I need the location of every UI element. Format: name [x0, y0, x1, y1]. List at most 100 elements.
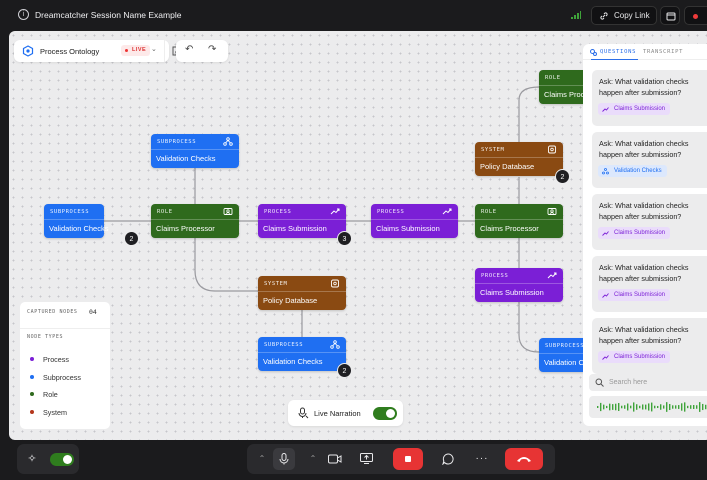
- toggle-knob: [386, 409, 395, 418]
- node-question-count-badge[interactable]: 2: [337, 363, 352, 378]
- questions-icon: [590, 49, 597, 56]
- hierarchy-icon: [602, 168, 609, 175]
- node-question-count-badge[interactable]: 3: [337, 231, 352, 246]
- question-node-tag[interactable]: Claims Submission: [598, 227, 671, 239]
- node-divider: [371, 219, 458, 220]
- node-title: Policy Database: [480, 162, 535, 171]
- trend-icon: [602, 355, 609, 360]
- node-subprocess[interactable]: SUBPROCESS Validation Checks: [151, 134, 239, 168]
- question-node-tag[interactable]: Claims Submission: [598, 289, 671, 301]
- chat-button[interactable]: [437, 448, 459, 470]
- question-card[interactable]: Ask: What validation checks happen after…: [592, 318, 707, 374]
- stop-icon: [405, 456, 411, 462]
- role-dot-icon: [30, 392, 34, 396]
- history-toolbar: ↶ ↷: [176, 40, 228, 62]
- node-title: Validation C: [544, 358, 584, 367]
- node-role[interactable]: ROLE Claims Processor: [475, 204, 563, 238]
- more-options-icon[interactable]: ···: [471, 448, 493, 470]
- audio-waveform: [589, 396, 707, 418]
- stop-recording-button[interactable]: [393, 448, 423, 470]
- narration-mic-icon: [298, 407, 309, 419]
- node-type-label: PROCESS: [264, 209, 292, 215]
- node-process[interactable]: PROCESS Claims Submission: [258, 204, 346, 238]
- trend-icon: [602, 293, 609, 298]
- microphone-button[interactable]: [273, 448, 295, 470]
- ontology-toolbar: Process Ontology LIVE ⌄: [14, 40, 181, 62]
- node-type-label: SUBPROCESS: [264, 342, 304, 348]
- redo-icon[interactable]: ↷: [208, 44, 216, 55]
- live-narration-label: Live Narration: [314, 409, 361, 418]
- search-placeholder: Search here: [609, 379, 648, 386]
- share-screen-icon: [359, 453, 373, 464]
- node-divider: [475, 283, 563, 284]
- question-node-tag[interactable]: Claims Submission: [598, 103, 671, 115]
- ontology-logo-icon: [22, 45, 34, 57]
- node-type-label: SUBPROCESS: [545, 343, 585, 349]
- node-divider: [539, 353, 589, 354]
- trend-icon: [442, 208, 452, 215]
- node-divider: [475, 219, 563, 220]
- node-type-label: ROLE: [157, 209, 173, 215]
- question-card[interactable]: Ask: What validation checks happen after…: [592, 70, 707, 126]
- camera-button[interactable]: [324, 448, 346, 470]
- subprocess-dot-icon: [30, 375, 34, 379]
- camera-options-chevron-icon[interactable]: ⌃: [302, 448, 324, 470]
- search-input[interactable]: Search here: [589, 374, 707, 391]
- ai-control-group: ✧: [17, 444, 79, 474]
- live-narration-toggle[interactable]: [373, 407, 397, 420]
- node-type-label: PROCESS: [481, 273, 509, 279]
- question-card[interactable]: Ask: What validation checks happen after…: [592, 132, 707, 188]
- trend-icon: [547, 272, 557, 279]
- end-call-button[interactable]: [505, 448, 543, 470]
- node-subprocess[interactable]: SUBPROCESS Validation C: [539, 338, 589, 372]
- call-control-group: ⌃ ⌃ ···: [247, 444, 555, 474]
- node-type-label: PROCESS: [377, 209, 405, 215]
- node-role[interactable]: ROLE Claims Processor: [151, 204, 239, 238]
- node-type-label: SUBPROCESS: [50, 209, 90, 215]
- question-card[interactable]: Ask: What validation checks happen after…: [592, 256, 707, 312]
- legend-divider: [20, 328, 110, 329]
- questions-sidebar: QUESTIONS TRANSCRIPT Ask: What validatio…: [583, 44, 707, 426]
- captured-nodes-label: CAPTURED NODES: [27, 309, 78, 315]
- node-system[interactable]: SYSTEM Policy Database: [258, 276, 346, 310]
- sparkle-icon[interactable]: ✧: [21, 448, 43, 470]
- node-divider: [258, 291, 346, 292]
- node-type-label: ROLE: [481, 209, 497, 215]
- node-role[interactable]: ROLE Claims Proc: [539, 70, 589, 104]
- ai-toggle[interactable]: [50, 453, 74, 466]
- node-process[interactable]: PROCESS Claims Submission: [475, 268, 563, 302]
- legend-panel: CAPTURED NODES 04 NODE TYPES Process Sub…: [20, 302, 110, 429]
- question-card[interactable]: Ask: What validation checks happen after…: [592, 194, 707, 250]
- node-system[interactable]: SYSTEM Policy Database: [475, 142, 563, 176]
- node-process[interactable]: PROCESS Claims Submission: [371, 204, 458, 238]
- undo-icon[interactable]: ↶: [185, 44, 193, 55]
- node-divider: [258, 352, 346, 353]
- node-divider: [44, 219, 104, 220]
- node-title: Validation Checks: [49, 224, 109, 233]
- live-badge: LIVE: [121, 45, 151, 56]
- ontology-name[interactable]: Process Ontology: [40, 47, 99, 56]
- node-type-label: SYSTEM: [264, 281, 288, 287]
- question-tag-label: Claims Submission: [614, 106, 666, 112]
- question-node-tag[interactable]: Validation Checks: [598, 165, 667, 177]
- chevron-down-icon[interactable]: ⌄: [151, 45, 157, 53]
- node-divider: [258, 219, 346, 220]
- system-dot-icon: [30, 410, 34, 414]
- mic-options-chevron-icon[interactable]: ⌃: [251, 448, 273, 470]
- node-divider: [151, 149, 239, 150]
- node-subprocess[interactable]: SUBPROCESS Validation Checks: [258, 337, 346, 371]
- question-text: Ask: What validation checks happen after…: [599, 201, 689, 221]
- node-question-count-badge[interactable]: 2: [555, 169, 570, 184]
- node-type-label: ROLE: [545, 75, 561, 81]
- question-tag-label: Claims Submission: [614, 292, 666, 298]
- question-node-tag[interactable]: Claims Submission: [598, 351, 671, 363]
- node-subprocess[interactable]: SUBPROCESS Validation Checks: [44, 204, 108, 238]
- trend-icon: [330, 208, 340, 215]
- tab-questions[interactable]: QUESTIONS: [590, 49, 639, 60]
- node-question-count-badge[interactable]: 2: [124, 231, 139, 246]
- tab-transcript[interactable]: TRANSCRIPT: [643, 49, 683, 55]
- node-title: Policy Database: [263, 296, 318, 305]
- live-narration-control: Live Narration: [288, 400, 403, 426]
- node-divider: [475, 157, 563, 158]
- share-screen-button[interactable]: [355, 448, 377, 470]
